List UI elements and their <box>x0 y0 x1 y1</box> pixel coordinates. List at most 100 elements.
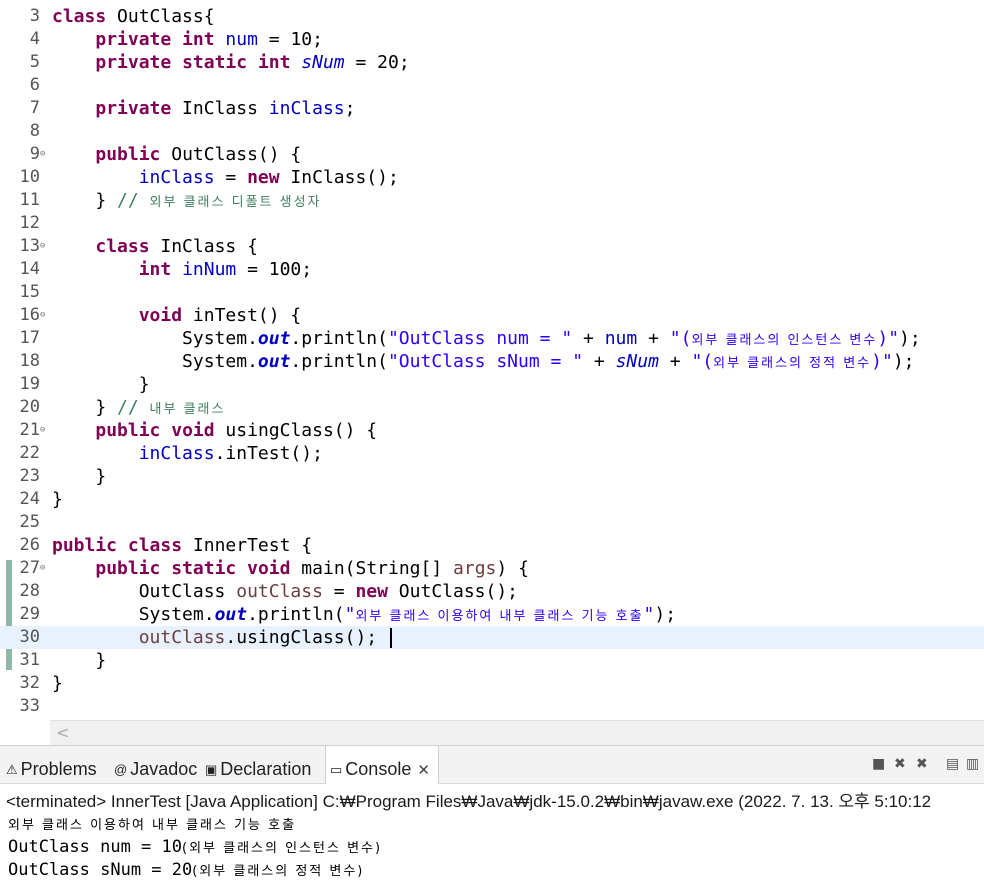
code-line[interactable]: 6 <box>0 74 984 97</box>
code-token: } <box>52 190 118 211</box>
code-line[interactable]: 33 <box>0 695 984 718</box>
code-token: InnerTest { <box>182 535 313 556</box>
close-icon[interactable]: ✕ <box>417 762 430 779</box>
remove-all-launches-icon[interactable]: ✖ <box>916 756 928 772</box>
code-line[interactable]: 18 System.out.println("OutClass sNum = "… <box>0 350 984 373</box>
code-text[interactable]: } <box>52 465 106 488</box>
code-text[interactable]: } <box>52 373 150 396</box>
code-text[interactable]: inClass = new InClass(); <box>52 166 399 189</box>
code-token: int <box>138 259 172 280</box>
fold-toggle-icon[interactable]: ⊖ <box>40 424 45 436</box>
code-text[interactable]: System.out.println("OutClass num = " + n… <box>52 327 921 350</box>
code-text[interactable]: private InClass inClass; <box>52 97 355 120</box>
tab-label: Console <box>345 759 412 779</box>
code-line[interactable]: 3 class OutClass{ <box>0 5 984 28</box>
horizontal-scrollbar[interactable]: < <box>50 720 984 745</box>
code-token: sNum <box>301 52 345 73</box>
tab-javadoc[interactable]: @ Javadoc <box>114 746 197 783</box>
code-line[interactable]: 16 ⊖ void inTest() { <box>0 304 984 327</box>
code-text[interactable]: } // 내부 클래스 <box>52 396 225 419</box>
code-line[interactable]: 20 } // 내부 클래스 <box>0 396 984 419</box>
code-line[interactable]: 10 inClass = new InClass(); <box>0 166 984 189</box>
line-number: 23 <box>19 466 40 486</box>
tab-declaration[interactable]: ▣ Declaration <box>205 746 311 783</box>
terminate-icon[interactable]: ■ <box>872 756 885 772</box>
code-line[interactable]: 19 } <box>0 373 984 396</box>
code-line[interactable]: 31 } <box>0 649 984 672</box>
code-token: inNum <box>182 259 237 280</box>
code-line[interactable]: 32} <box>0 672 984 695</box>
code-token: .usingClass(); <box>225 627 388 648</box>
code-line[interactable]: 27 ⊖ public static void main(String[] arg… <box>0 557 984 580</box>
code-text[interactable]: System.out.println("외부 클래스 이용하여 내부 클래스 기… <box>52 603 676 626</box>
code-line[interactable]: 14 int inNum = 100; <box>0 258 984 281</box>
code-text[interactable]: public void usingClass() { <box>52 419 377 442</box>
code-line[interactable]: 26 public class InnerTest { <box>0 534 984 557</box>
remove-launch-icon[interactable]: ✖ <box>894 756 906 772</box>
word-wrap-icon[interactable]: ▥ <box>966 756 979 772</box>
code-text[interactable]: void inTest() { <box>52 304 302 327</box>
code-token: + <box>572 328 605 349</box>
code-line[interactable]: 4 private int num = 10; <box>0 28 984 51</box>
code-text[interactable]: } <box>52 488 63 511</box>
code-token: int <box>182 29 215 50</box>
code-token: class <box>52 6 107 27</box>
code-text[interactable]: private static int sNum = 20; <box>52 51 409 74</box>
code-text[interactable]: class InClass { <box>52 235 258 258</box>
code-token: " <box>643 604 655 625</box>
code-token: private <box>95 29 172 50</box>
code-token: InClass <box>171 98 269 119</box>
code-text[interactable]: public OutClass() { <box>52 143 301 166</box>
line-number: 14 <box>19 259 40 279</box>
code-line[interactable]: 8 <box>0 120 984 143</box>
line-number: 22 <box>19 443 40 463</box>
code-line[interactable]: 21 ⊖ public void usingClass() { <box>0 419 984 442</box>
tab-problems[interactable]: ⚠ Problems <box>6 746 97 783</box>
code-text[interactable]: public class InnerTest { <box>52 534 312 557</box>
code-text[interactable]: private int num = 10; <box>52 28 323 51</box>
code-text[interactable]: } // 외부 클래스 디폴트 생성자 <box>52 189 322 212</box>
code-text[interactable]: public static void main(String[] args) { <box>52 557 529 580</box>
scroll-lock-icon[interactable]: ▤ <box>946 756 959 772</box>
code-editor[interactable]: 3 class OutClass{4 private int num = 10; 5… <box>0 0 984 745</box>
code-line[interactable]: 25 <box>0 511 984 534</box>
code-text[interactable]: } <box>52 672 63 695</box>
code-line[interactable]: 15 <box>0 281 984 304</box>
line-number: 4 <box>29 29 40 49</box>
code-line[interactable]: 28 OutClass outClass = new OutClass(); <box>0 580 984 603</box>
fold-toggle-icon[interactable]: ⊖ <box>40 148 45 160</box>
code-text[interactable]: outClass.usingClass(); <box>52 626 392 649</box>
code-text[interactable]: inClass.inTest(); <box>52 442 323 465</box>
code-token: public <box>95 144 161 165</box>
tab-console[interactable]: ▭ Console ✕ <box>325 746 439 784</box>
code-token: .println( <box>290 328 388 349</box>
fold-toggle-icon[interactable]: ⊖ <box>40 309 45 321</box>
code-line[interactable]: 7 private InClass inClass; <box>0 97 984 120</box>
fold-toggle-icon[interactable]: ⊖ <box>40 240 45 252</box>
code-line[interactable]: 30 outClass.usingClass(); <box>0 626 984 649</box>
code-text[interactable]: OutClass outClass = new OutClass(); <box>52 580 518 603</box>
code-line[interactable]: 11 } // 외부 클래스 디폴트 생성자 <box>0 189 984 212</box>
code-line[interactable]: 29 System.out.println("외부 클래스 이용하여 내부 클래… <box>0 603 984 626</box>
code-line[interactable]: 23 } <box>0 465 984 488</box>
code-line[interactable]: 5 private static int sNum = 20; <box>0 51 984 74</box>
code-line[interactable]: 22 inClass.inTest(); <box>0 442 984 465</box>
code-line[interactable]: 12 <box>0 212 984 235</box>
code-text[interactable]: } <box>52 649 106 672</box>
code-line[interactable]: 13 ⊖ class InClass { <box>0 235 984 258</box>
code-text[interactable]: class OutClass{ <box>52 5 215 28</box>
scroll-left-icon[interactable]: < <box>56 723 69 742</box>
fold-toggle-icon[interactable]: ⊖ <box>40 562 45 574</box>
code-line[interactable]: 9 ⊖ public OutClass() { <box>0 143 984 166</box>
code-text[interactable]: System.out.println("OutClass sNum = " + … <box>52 350 914 373</box>
code-token: new <box>355 581 388 602</box>
line-number: 13 <box>19 236 40 256</box>
line-number: 15 <box>19 282 40 302</box>
code-line[interactable]: 17 System.out.println("OutClass num = " … <box>0 327 984 350</box>
code-line[interactable]: 24} <box>0 488 984 511</box>
line-number: 20 <box>19 397 40 417</box>
code-text[interactable]: int inNum = 100; <box>52 258 312 281</box>
